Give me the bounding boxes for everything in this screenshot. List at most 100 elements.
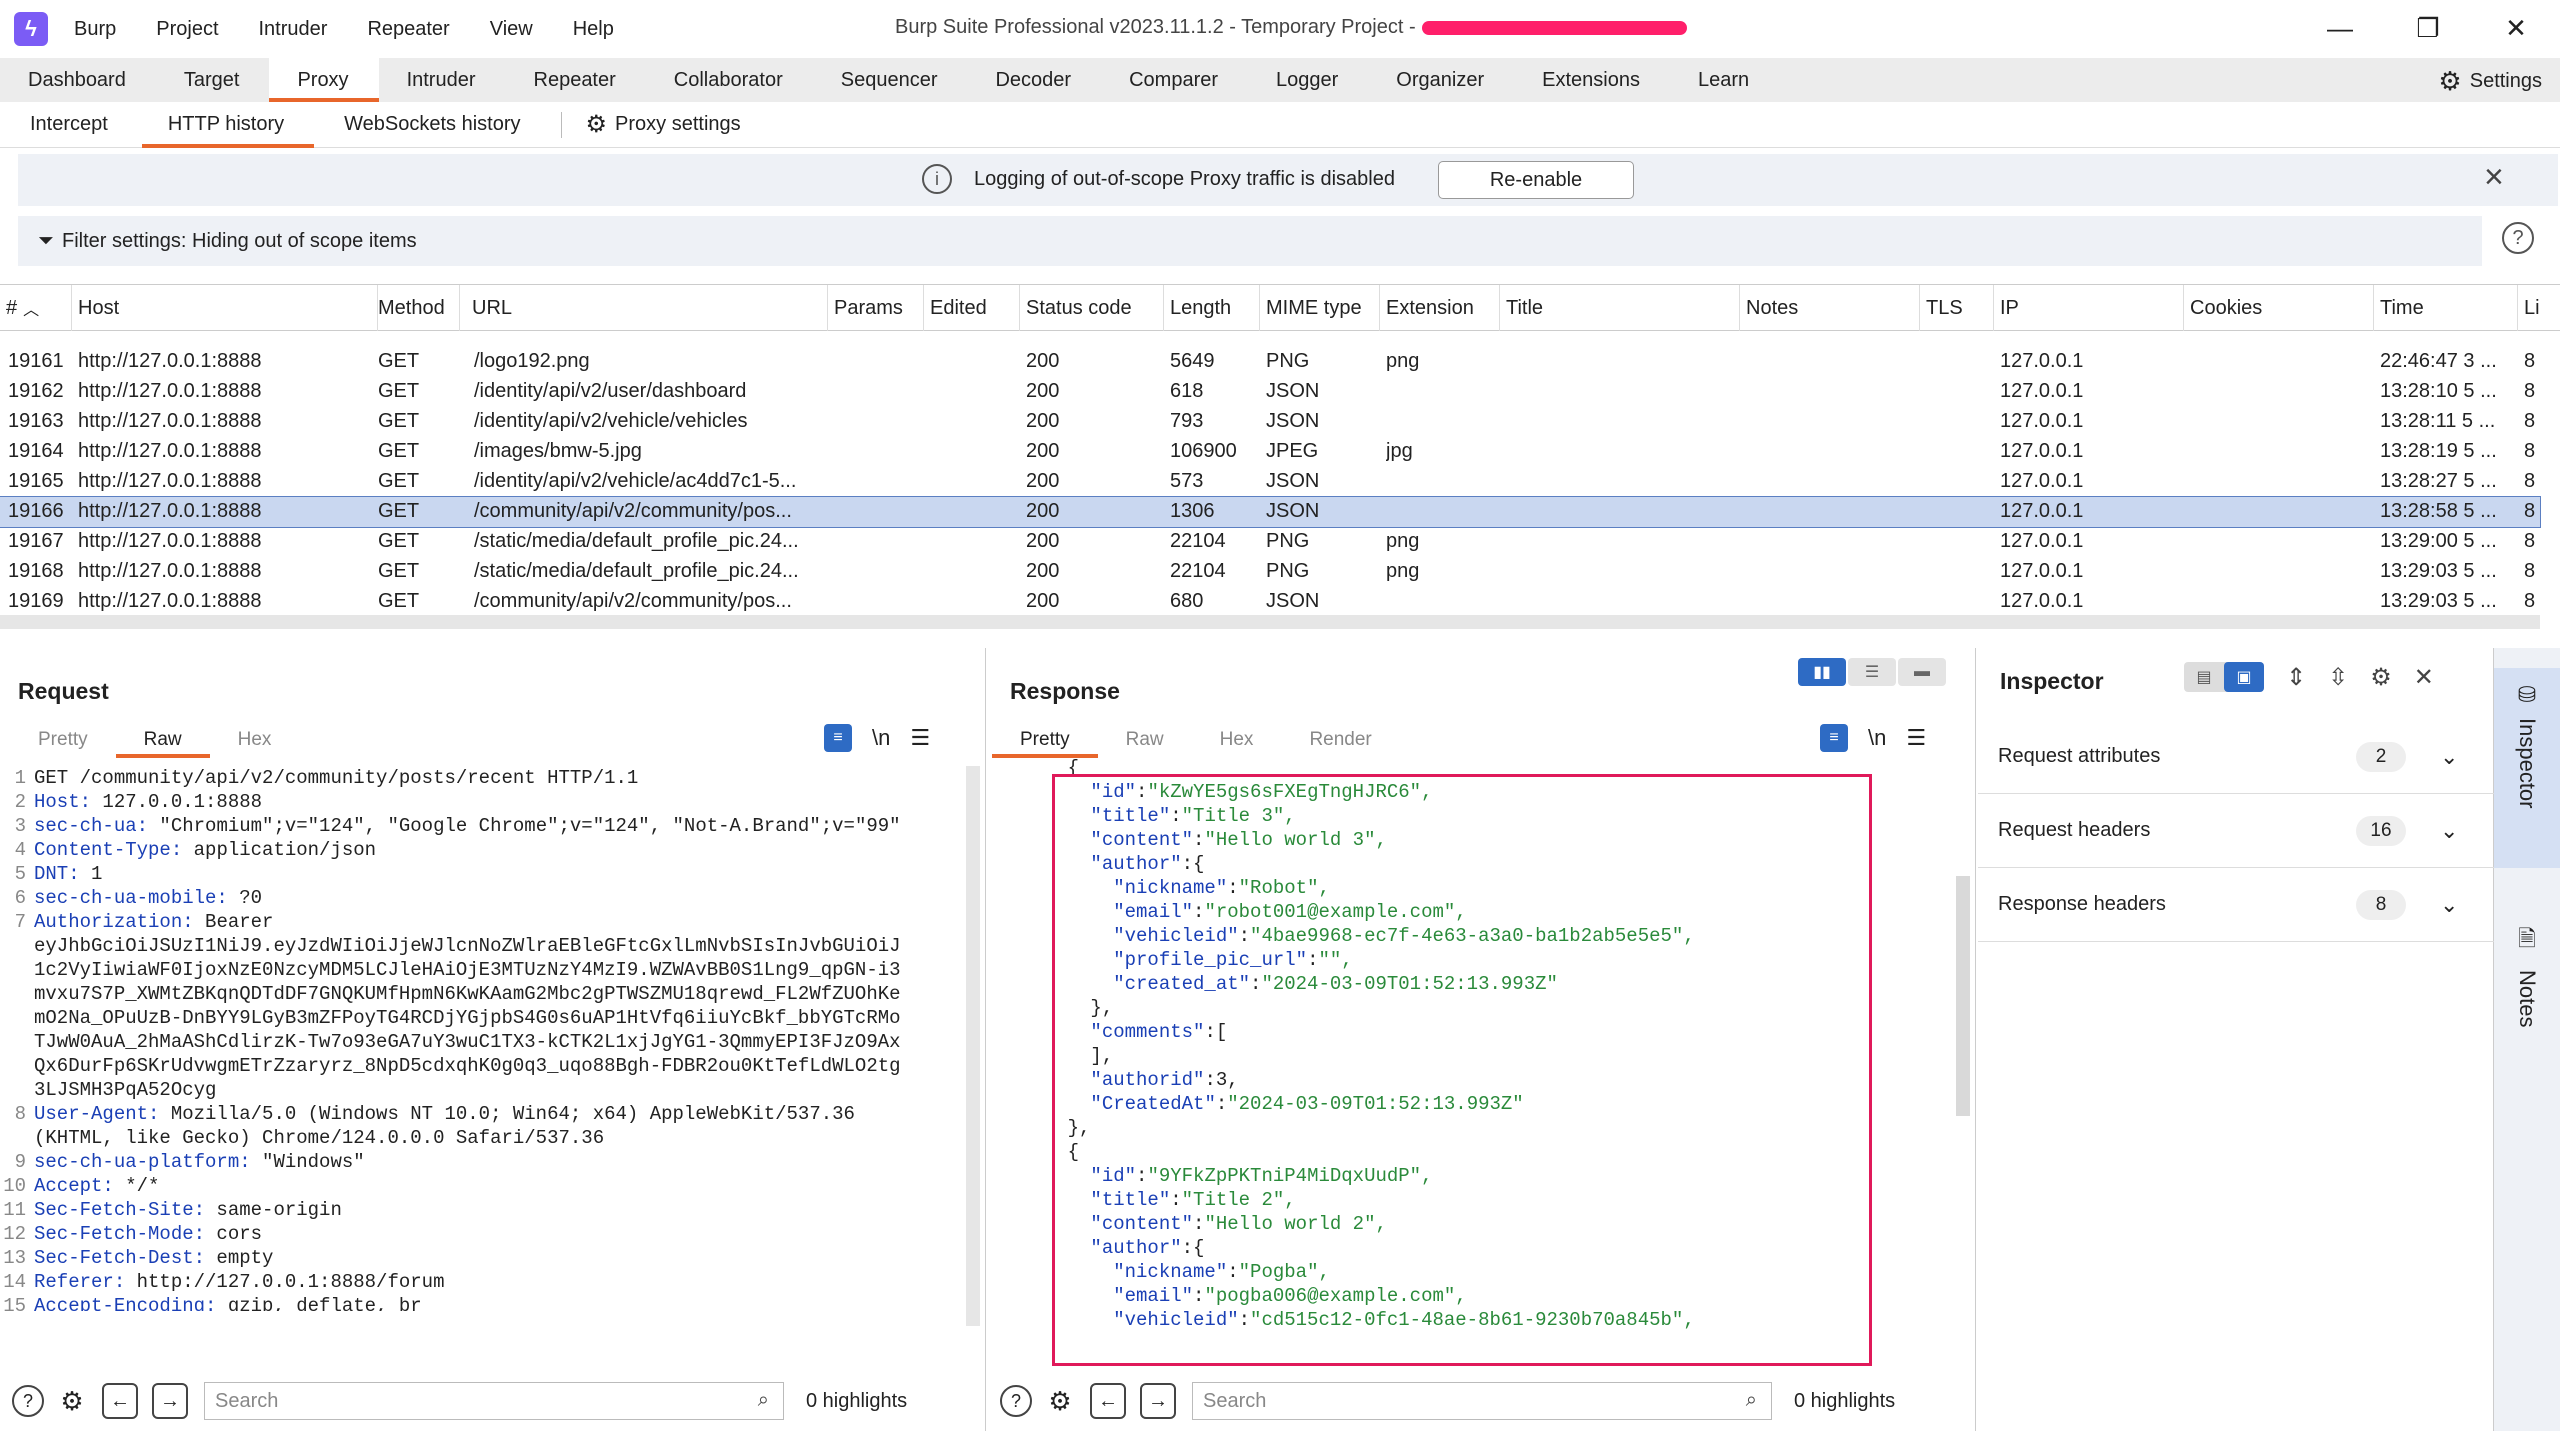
gear-icon[interactable]: ⚙: [1044, 1385, 1076, 1417]
menu-icon[interactable]: ☰: [1906, 725, 1926, 751]
subtab-proxy-settings[interactable]: ⚙ Proxy settings: [572, 102, 771, 148]
col-url[interactable]: URL: [466, 285, 828, 331]
tab-organizer[interactable]: Organizer: [1368, 58, 1514, 102]
menu-intruder[interactable]: Intruder: [259, 18, 328, 41]
close-icon[interactable]: ✕: [2414, 663, 2434, 692]
tab-extensions[interactable]: Extensions: [1514, 58, 1670, 102]
col-edited[interactable]: Edited: [924, 285, 1020, 331]
newline-toggle-icon[interactable]: \n: [1868, 725, 1886, 751]
col-extension[interactable]: Extension: [1380, 285, 1500, 331]
table-row[interactable]: 19165 http://127.0.0.1:8888 GET/identity/a…: [0, 467, 2540, 497]
collapse-all-icon[interactable]: ⇳: [2328, 663, 2348, 692]
menu-burp[interactable]: Burp: [74, 18, 116, 41]
col-tls[interactable]: TLS: [1920, 285, 1994, 331]
col-notes[interactable]: Notes: [1740, 285, 1920, 331]
split-rows-icon[interactable]: ☰: [1848, 658, 1896, 686]
tab-pretty[interactable]: Pretty: [992, 722, 1098, 758]
tab-intruder[interactable]: Intruder: [379, 58, 506, 102]
section-request-attributes[interactable]: Request attributes 2 ⌄: [1978, 720, 2494, 794]
col-params[interactable]: Params: [828, 285, 924, 331]
col-length[interactable]: Length: [1164, 285, 1260, 331]
subtab-http-history[interactable]: HTTP history: [138, 102, 314, 148]
back-arrow-icon[interactable]: ←: [102, 1383, 138, 1419]
table-row[interactable]: 19169 http://127.0.0.1:8888 GET/community/…: [0, 587, 2540, 617]
tab-decoder[interactable]: Decoder: [967, 58, 1101, 102]
col-title[interactable]: Title: [1500, 285, 1740, 331]
section-response-headers[interactable]: Response headers 8 ⌄: [1978, 868, 2494, 942]
help-icon[interactable]: ?: [2502, 222, 2534, 254]
subtab-intercept[interactable]: Intercept: [0, 102, 138, 148]
menu-icon[interactable]: ☰: [910, 725, 930, 751]
newline-toggle-icon[interactable]: \n: [872, 725, 890, 751]
rail-tab-inspector[interactable]: ⛁ Inspector: [2494, 668, 2560, 868]
settings-button[interactable]: ⚙ Settings: [2438, 66, 2542, 97]
tab-raw[interactable]: Raw: [115, 722, 210, 758]
filter-settings-bar[interactable]: ⏷ Filter settings: Hiding out of scope i…: [18, 216, 2482, 266]
gear-icon[interactable]: ⚙: [56, 1385, 88, 1417]
single-pane-icon[interactable]: ▬: [1898, 658, 1946, 686]
panel-layout-icon[interactable]: ▣: [2224, 662, 2264, 692]
table-row[interactable]: 19167 http://127.0.0.1:8888 GET/static/med…: [0, 527, 2540, 557]
table-row[interactable]: 19162 http://127.0.0.1:8888 GET/identity/a…: [0, 377, 2540, 407]
col-time[interactable]: Time: [2374, 285, 2518, 331]
menu-repeater[interactable]: Repeater: [367, 18, 449, 41]
tab-render[interactable]: Render: [1281, 722, 1399, 758]
wrap-lines-icon[interactable]: ≡: [824, 724, 852, 752]
forward-arrow-icon[interactable]: →: [1140, 1383, 1176, 1419]
help-icon[interactable]: ?: [12, 1385, 44, 1417]
col-status-code[interactable]: Status code: [1020, 285, 1164, 331]
tab-raw[interactable]: Raw: [1098, 722, 1192, 758]
tab-hex[interactable]: Hex: [1192, 722, 1282, 758]
table-row[interactable]: 19161 http://127.0.0.1:8888 GET/logo192.pn…: [0, 347, 2540, 377]
section-request-headers[interactable]: Request headers 16 ⌄: [1978, 794, 2494, 868]
tab-dashboard[interactable]: Dashboard: [0, 58, 156, 102]
minimize-icon[interactable]: —: [2320, 12, 2360, 44]
tab-learn[interactable]: Learn: [1670, 58, 1779, 102]
tab-hex[interactable]: Hex: [210, 722, 300, 758]
col-mime-type[interactable]: MIME type: [1260, 285, 1380, 331]
gear-icon[interactable]: ⚙: [2370, 663, 2392, 692]
col-number[interactable]: # ︿: [0, 285, 72, 331]
close-icon[interactable]: ×: [2484, 158, 2504, 197]
table-row[interactable]: 19163 http://127.0.0.1:8888 GET/identity/a…: [0, 407, 2540, 437]
col-host[interactable]: Host: [72, 285, 378, 331]
request-search-input[interactable]: Search ⌕: [204, 1382, 784, 1420]
tab-sequencer[interactable]: Sequencer: [813, 58, 968, 102]
menu-project[interactable]: Project: [156, 18, 218, 41]
tab-pretty[interactable]: Pretty: [10, 722, 116, 758]
restore-icon[interactable]: ❐: [2408, 12, 2448, 44]
tab-repeater[interactable]: Repeater: [506, 58, 646, 102]
vertical-scrollbar[interactable]: [1956, 876, 1970, 1116]
col-ip[interactable]: IP: [1994, 285, 2184, 331]
expand-all-icon[interactable]: ⇕: [2286, 663, 2306, 692]
back-arrow-icon[interactable]: ←: [1090, 1383, 1126, 1419]
response-search-input[interactable]: Search ⌕: [1192, 1382, 1772, 1420]
col-cookies[interactable]: Cookies: [2184, 285, 2374, 331]
table-row[interactable]: 19168 http://127.0.0.1:8888 GET/static/med…: [0, 557, 2540, 587]
re-enable-button[interactable]: Re-enable: [1438, 161, 1634, 199]
tab-target[interactable]: Target: [156, 58, 270, 102]
rail-tab-notes[interactable]: 🗎 Notes: [2494, 908, 2560, 1068]
request-editor[interactable]: 1 GET /community/api/v2/community/posts/r…: [0, 766, 960, 1311]
col-listener[interactable]: Li: [2518, 285, 2560, 331]
horizontal-scrollbar[interactable]: [0, 615, 2540, 629]
tab-logger[interactable]: Logger: [1248, 58, 1368, 102]
list-layout-icon[interactable]: ▤: [2184, 662, 2224, 692]
wrap-lines-icon[interactable]: ≡: [1820, 724, 1848, 752]
subtab-websockets-history[interactable]: WebSockets history: [314, 102, 550, 148]
tab-comparer[interactable]: Comparer: [1101, 58, 1248, 102]
menu-help[interactable]: Help: [573, 18, 614, 41]
forward-arrow-icon[interactable]: →: [152, 1383, 188, 1419]
response-editor[interactable]: { "id": "kZwYE5gs6sFXEgTngHJRC6", "title"…: [988, 756, 1968, 1366]
menu-view[interactable]: View: [490, 18, 533, 41]
split-columns-icon[interactable]: ▮▮: [1798, 658, 1846, 686]
table-row[interactable]: 19166 http://127.0.0.1:8888 GET/community/…: [0, 496, 2541, 528]
close-window-icon[interactable]: ✕: [2496, 12, 2536, 44]
help-icon[interactable]: ?: [1000, 1385, 1032, 1417]
table-row[interactable]: 19164 http://127.0.0.1:8888 GET/images/bmw…: [0, 437, 2540, 467]
col-method[interactable]: Method: [372, 285, 460, 331]
vertical-scrollbar[interactable]: [966, 766, 980, 1326]
tab-proxy[interactable]: Proxy: [269, 58, 379, 102]
tab-collaborator[interactable]: Collaborator: [646, 58, 813, 102]
table-row-partial[interactable]: [0, 331, 2540, 345]
